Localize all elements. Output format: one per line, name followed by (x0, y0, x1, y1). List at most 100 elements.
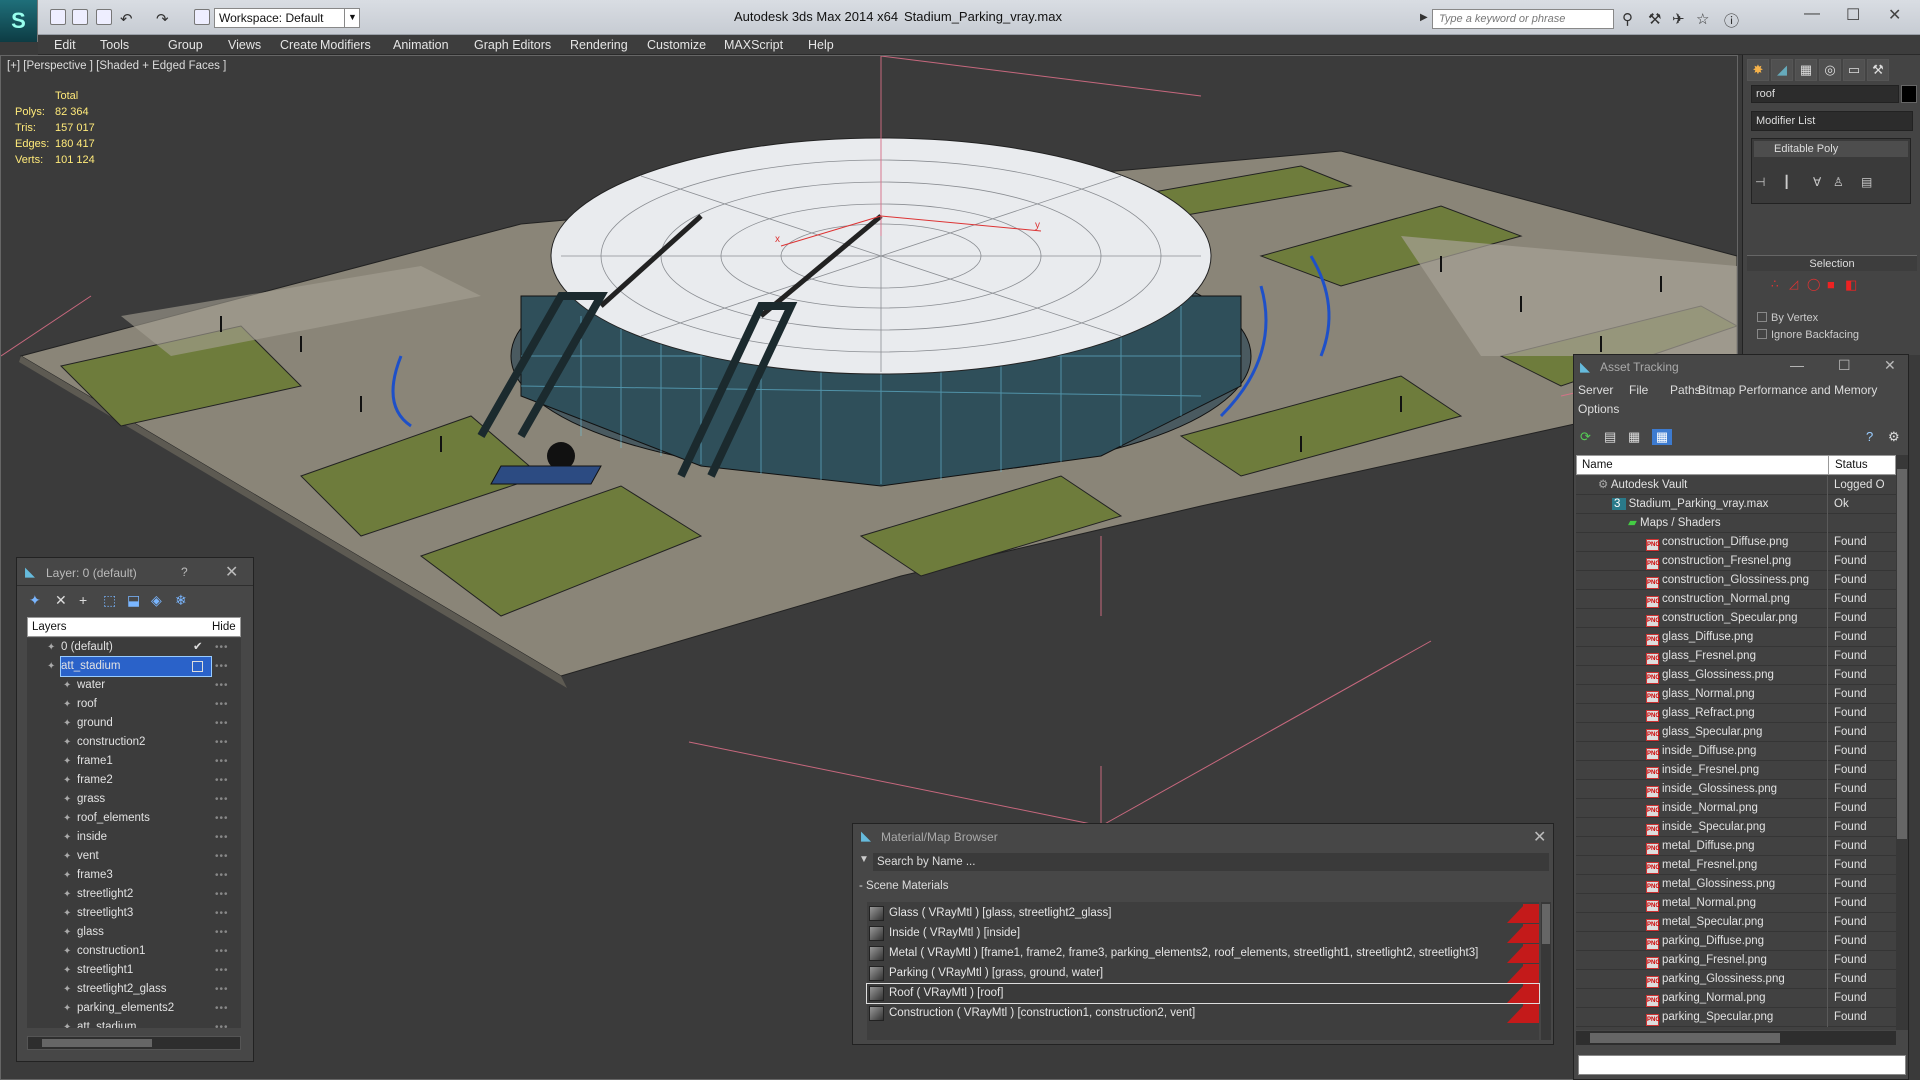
hide-toggle[interactable]: ••• (215, 942, 229, 961)
asset-row[interactable]: PNG glass_Diffuse.png Found (1576, 628, 1896, 647)
hide-toggle[interactable]: ••• (215, 980, 229, 999)
menu-tools[interactable]: Tools (100, 38, 129, 52)
open-file-icon[interactable] (72, 9, 88, 25)
help-icon[interactable]: ⓘ (1724, 10, 1739, 31)
layer-row[interactable]: ✦ frame3 ••• (27, 866, 241, 885)
maximize-window-icon[interactable]: ☐ (1846, 5, 1860, 25)
hide-toggle[interactable]: ••• (215, 847, 229, 866)
hide-toggle[interactable]: ••• (215, 1018, 229, 1028)
menu-bitmap-performance[interactable]: Bitmap Performance and Memory (1698, 383, 1877, 397)
layer-row[interactable]: ✦ roof ••• (27, 695, 241, 714)
asset-row[interactable]: PNG metal_Diffuse.png Found (1576, 837, 1896, 856)
asset-row[interactable]: ▰ Maps / Shaders (1576, 514, 1896, 533)
menu-create[interactable]: Create (280, 38, 318, 52)
asset-row[interactable]: PNG glass_Specular.png Found (1576, 723, 1896, 742)
add-to-layer-icon[interactable]: + (79, 592, 87, 608)
layer-row[interactable]: ✦ streetlight1 ••• (27, 961, 241, 980)
menu-animation[interactable]: Animation (393, 38, 449, 52)
maximize-icon[interactable]: ☐ (1838, 357, 1851, 374)
create-layer-icon[interactable]: ✦ (29, 592, 41, 609)
hierarchy-tab-icon[interactable]: ▦ (1795, 59, 1817, 81)
name-column-header[interactable]: Name (1582, 459, 1613, 471)
new-file-icon[interactable] (50, 9, 66, 25)
material-search-input[interactable]: Search by Name ... (873, 853, 1549, 871)
ignore-backfacing-checkbox[interactable]: Ignore Backfacing (1757, 329, 1859, 341)
search-expand-icon[interactable]: ▶ (1420, 12, 1428, 23)
layer-row[interactable]: ✦ grass ••• (27, 790, 241, 809)
make-unique-icon[interactable]: ∀ (1813, 175, 1821, 189)
hide-toggle[interactable]: ••• (215, 752, 229, 771)
material-row[interactable]: Parking ( VRayMtl ) [grass, ground, wate… (867, 964, 1539, 983)
settings-icon[interactable]: ⚙ (1888, 429, 1900, 445)
selection-rollout-header[interactable]: Selection (1747, 255, 1917, 271)
search-options-icon[interactable]: ▼ (859, 854, 869, 865)
asset-row[interactable]: PNG inside_Fresnel.png Found (1576, 761, 1896, 780)
scrollbar-thumb[interactable] (1542, 904, 1550, 944)
menu-maxscript[interactable]: MAXScript (724, 38, 783, 52)
asset-row[interactable]: PNG construction_Normal.png Found (1576, 590, 1896, 609)
workspace-dropdown[interactable]: Workspace: Default (214, 8, 360, 28)
layer-row[interactable]: ✦ construction2 ••• (27, 733, 241, 752)
layer-row[interactable]: ✦ glass ••• (27, 923, 241, 942)
layer-row[interactable]: ✦ roof_elements ••• (27, 809, 241, 828)
thumbnail-view-icon[interactable]: ▦ (1628, 429, 1640, 445)
menu-paths[interactable]: Paths (1670, 383, 1701, 397)
asset-row[interactable]: PNG inside_Diffuse.png Found (1576, 742, 1896, 761)
object-name-field[interactable]: roof (1751, 85, 1899, 103)
asset-row[interactable]: PNG inside_Normal.png Found (1576, 799, 1896, 818)
hide-toggle[interactable]: ••• (215, 809, 229, 828)
scrollbar-thumb[interactable] (42, 1039, 152, 1047)
menu-graph-editors[interactable]: Graph Editors (474, 38, 551, 52)
asset-row[interactable]: PNG metal_Glossiness.png Found (1576, 875, 1896, 894)
app-logo-icon[interactable]: S (0, 0, 38, 42)
workspace-dropdown-arrow-icon[interactable]: ▼ (344, 8, 360, 28)
by-vertex-checkbox[interactable]: By Vertex (1757, 312, 1818, 324)
menu-customize[interactable]: Customize (647, 38, 706, 52)
create-tab-icon[interactable]: ✸ (1747, 59, 1769, 81)
object-color-swatch[interactable] (1901, 85, 1917, 103)
material-row[interactable]: Inside ( VRayMtl ) [inside] (867, 924, 1539, 943)
freeze-all-icon[interactable]: ❄ (175, 592, 187, 609)
layer-row[interactable]: ✦ construction1 ••• (27, 942, 241, 961)
layer-horizontal-scrollbar[interactable] (27, 1036, 241, 1050)
menu-file[interactable]: File (1629, 383, 1648, 397)
close-icon[interactable]: ✕ (1884, 357, 1896, 374)
element-mode-icon[interactable]: ◧ (1845, 277, 1857, 293)
asset-row[interactable]: PNG inside_Glossiness.png Found (1576, 780, 1896, 799)
asset-row[interactable]: PNG parking_Normal.png Found (1576, 989, 1896, 1008)
asset-row[interactable]: PNG metal_Specular.png Found (1576, 913, 1896, 932)
modify-tab-icon[interactable]: ◢ (1771, 59, 1793, 81)
hide-toggle[interactable]: ••• (215, 695, 229, 714)
menu-modifiers[interactable]: Modifiers (320, 38, 371, 52)
help-search-input[interactable]: Type a keyword or phrase (1432, 9, 1614, 29)
configure-sets-icon[interactable]: ▤ (1861, 175, 1872, 189)
material-row[interactable]: Roof ( VRayMtl ) [roof] (866, 983, 1540, 1004)
hide-toggle[interactable]: ••• (215, 961, 229, 980)
close-icon[interactable]: ✕ (225, 562, 238, 582)
layer-panel-titlebar[interactable]: ◣ Layer: 0 (default) ? ✕ (17, 558, 253, 586)
hide-column-header[interactable]: Hide (212, 621, 236, 633)
show-end-result-icon[interactable]: ┃ (1783, 175, 1790, 189)
close-icon[interactable]: ✕ (1533, 827, 1546, 847)
hide-toggle[interactable]: ••• (215, 771, 229, 790)
asset-row[interactable]: PNG parking_Fresnel.png Found (1576, 951, 1896, 970)
asset-horizontal-scrollbar[interactable] (1576, 1031, 1896, 1045)
layer-row[interactable]: ✦ att_stadium ••• (27, 1018, 241, 1028)
modifier-stack[interactable]: Editable Poly (1751, 138, 1911, 204)
delete-layer-icon[interactable]: ✕ (55, 592, 67, 609)
hide-toggle[interactable]: ••• (215, 714, 229, 733)
hide-toggle[interactable]: ••• (215, 638, 229, 657)
layer-row[interactable]: ✦ att_stadium ••• (27, 656, 241, 677)
pin-stack-icon[interactable]: ⊣ (1755, 175, 1765, 189)
asset-row[interactable]: PNG metal_Normal.png Found (1576, 894, 1896, 913)
subscription-icon[interactable]: ⚒ (1648, 10, 1661, 28)
hide-toggle[interactable]: ••• (215, 657, 229, 676)
select-objects-icon[interactable]: ⬚ (103, 592, 116, 609)
material-vertical-scrollbar[interactable] (1541, 902, 1551, 1040)
scrollbar-thumb[interactable] (1590, 1033, 1780, 1043)
viewport-label[interactable]: [+] [Perspective ] [Shaded + Edged Faces… (7, 60, 226, 72)
favorites-star-icon[interactable]: ☆ (1696, 10, 1709, 28)
menu-server[interactable]: Server (1578, 383, 1613, 397)
current-layer-checkbox[interactable] (192, 661, 203, 672)
edge-mode-icon[interactable]: ◿ (1789, 277, 1798, 291)
